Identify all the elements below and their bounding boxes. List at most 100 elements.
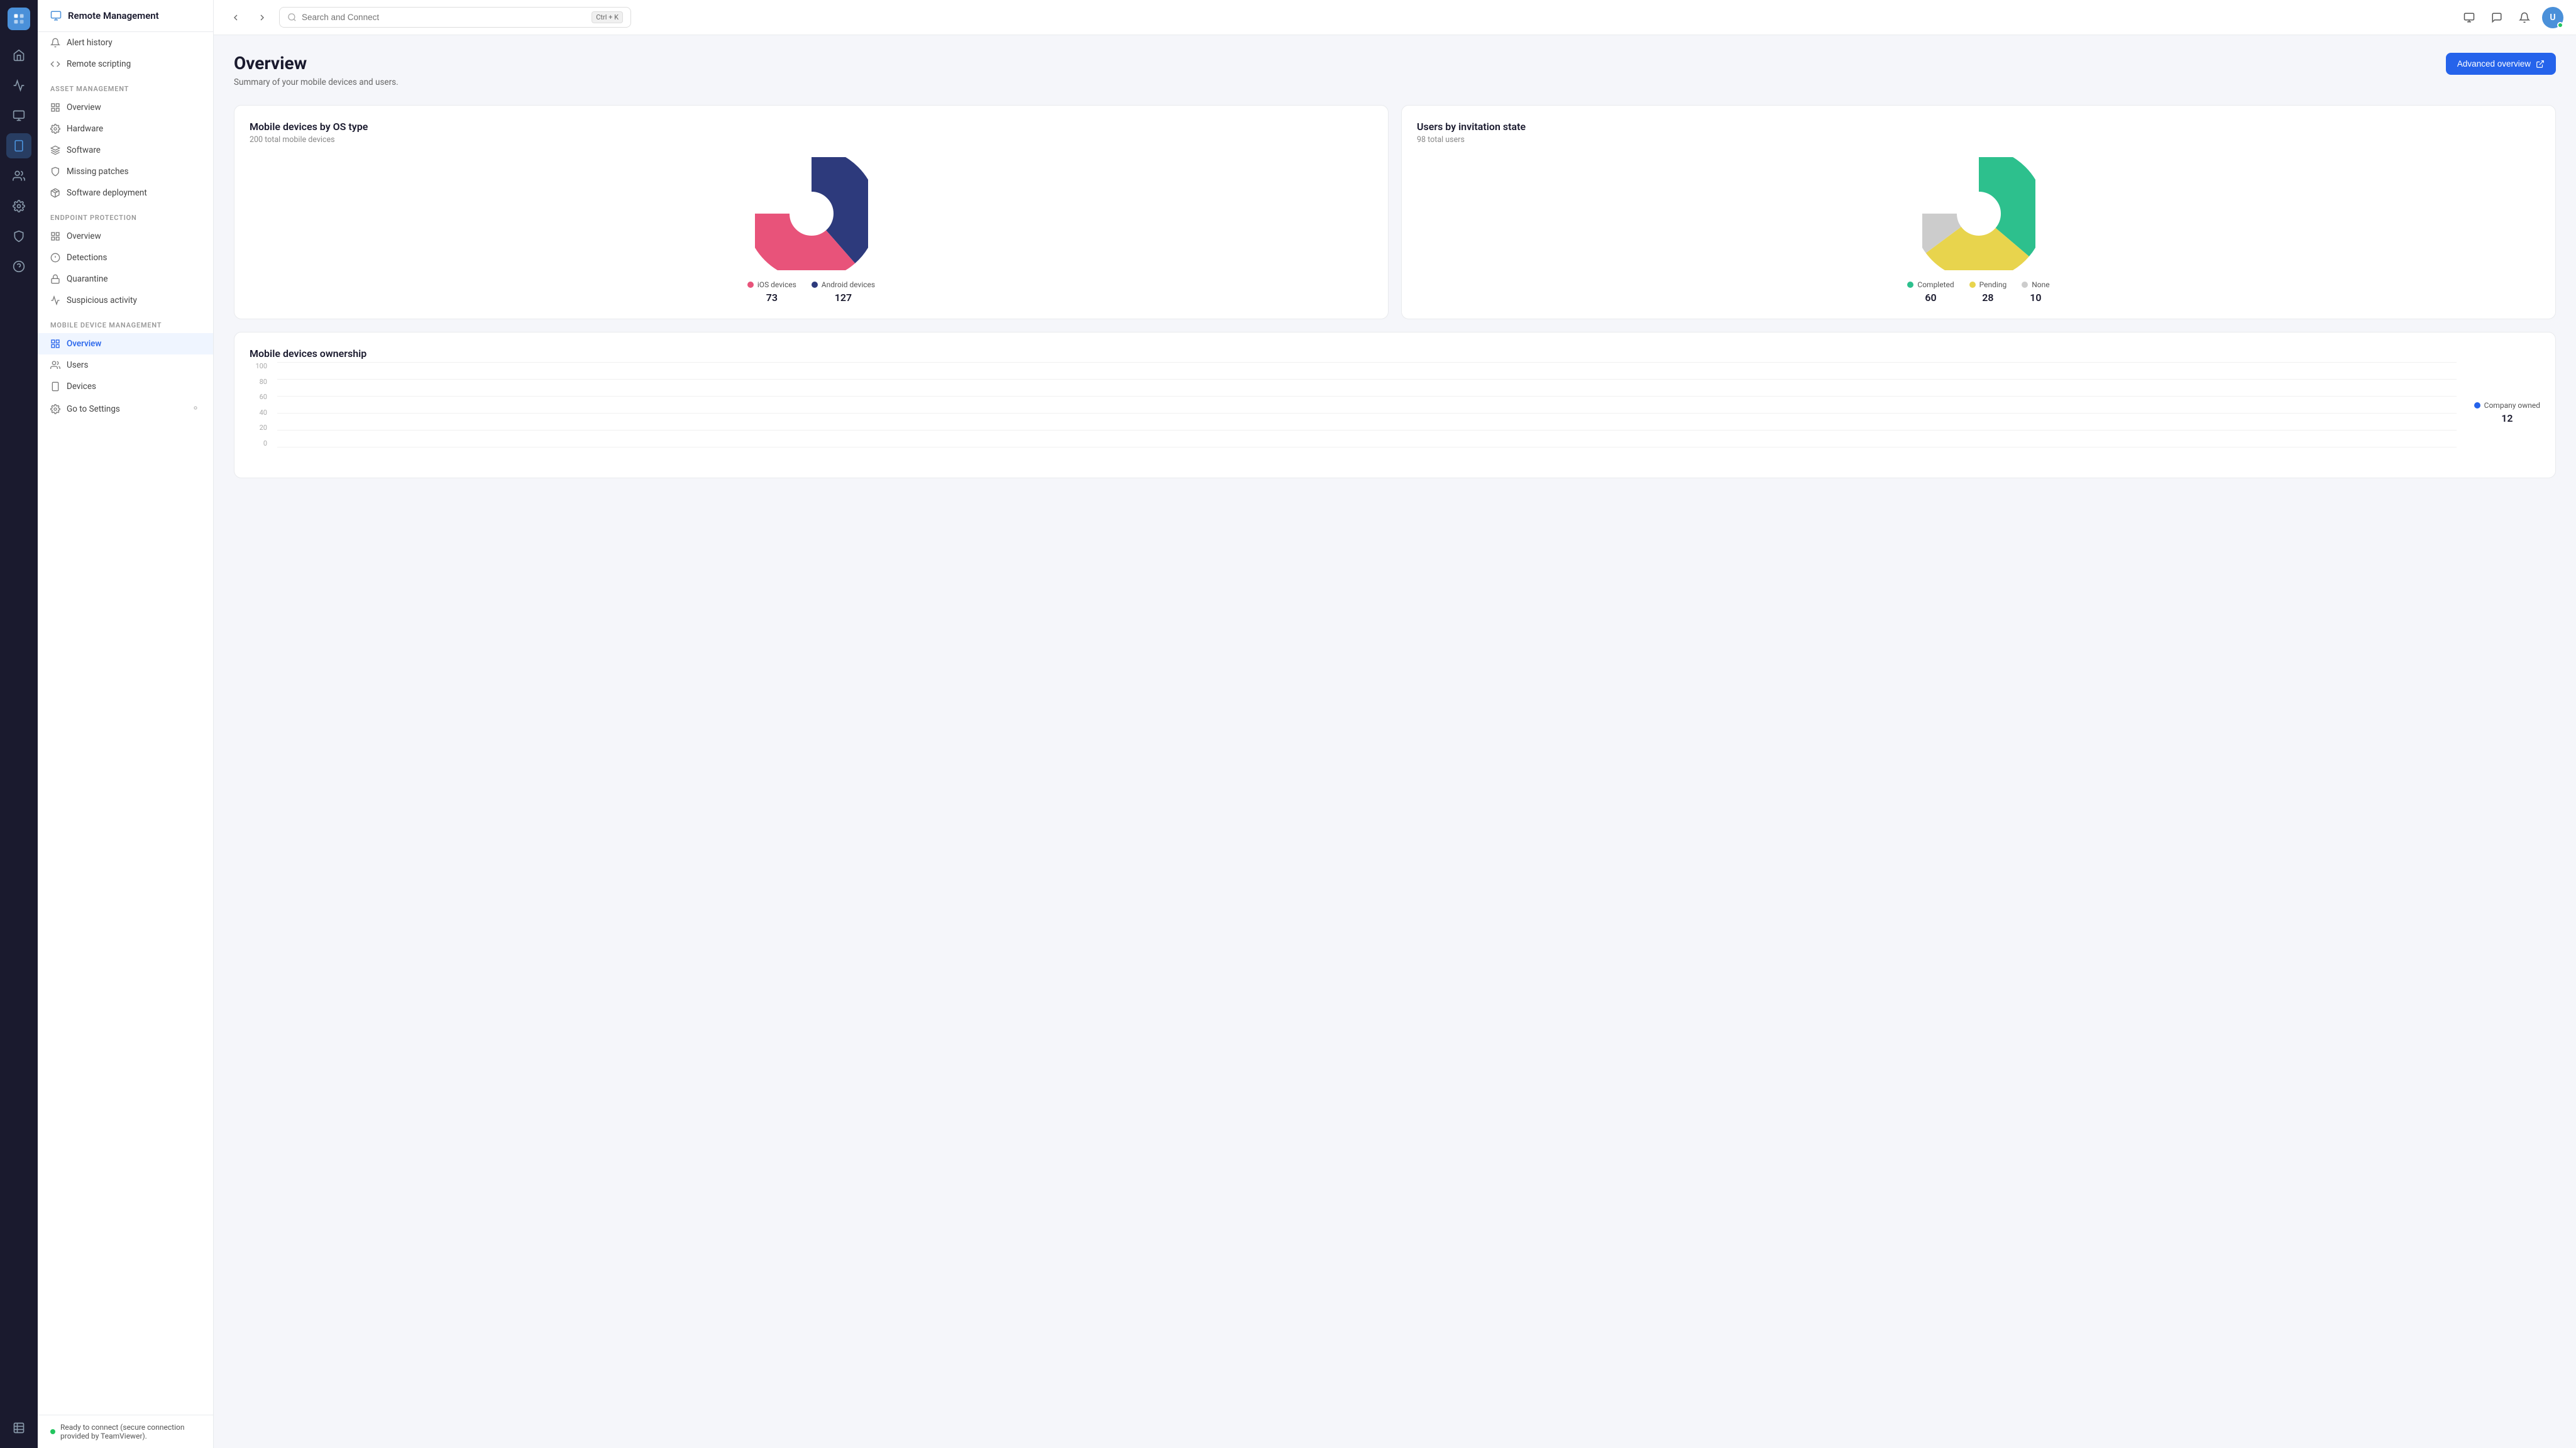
rail-mobile-icon[interactable] [6, 133, 31, 158]
rail-gear-icon[interactable] [6, 194, 31, 219]
legend-company-owned: Company owned 12 [2474, 401, 2540, 424]
ios-label: iOS devices [757, 280, 796, 289]
app-logo[interactable] [8, 8, 30, 30]
company-owned-count: 12 [2501, 412, 2513, 424]
content-area: Overview Summary of your mobile devices … [214, 35, 2576, 1448]
completed-label: Completed [1917, 280, 1954, 289]
rail-table-icon[interactable] [6, 1415, 31, 1440]
advanced-overview-button[interactable]: Advanced overview [2446, 53, 2556, 75]
main-wrap: Ctrl + K U Overview Summary of your mobi… [214, 0, 2576, 1448]
card-users: Users by invitation state 98 total users [1401, 105, 2556, 319]
missing-patches-label: Missing patches [67, 167, 201, 177]
sidebar-item-overview-asset[interactable]: Overview [38, 97, 213, 118]
sidebar-item-devices[interactable]: Devices [38, 376, 213, 397]
ios-dot [747, 282, 754, 288]
page-header: Overview Summary of your mobile devices … [234, 53, 2556, 87]
android-label: Android devices [822, 280, 875, 289]
sidebar-item-software[interactable]: Software [38, 140, 213, 161]
sidebar-item-detections[interactable]: Detections [38, 247, 213, 268]
bars-area [277, 362, 2457, 447]
sidebar-item-hardware[interactable]: Hardware [38, 118, 213, 140]
sidebar-item-missing-patches[interactable]: Missing patches [38, 161, 213, 182]
bar-chart-wrap: 100 80 60 40 20 0 [250, 362, 2540, 463]
sidebar-item-software-deployment[interactable]: Software deployment [38, 182, 213, 204]
pie-container-os: iOS devices 73 Android devices 127 [250, 157, 1373, 304]
pie-chart-users [1922, 157, 2035, 270]
rail-activity-icon[interactable] [6, 73, 31, 98]
advanced-overview-label: Advanced overview [2457, 59, 2531, 69]
legend-android: Android devices 127 [812, 280, 875, 304]
settings-icon-mdm [50, 404, 60, 414]
y-axis-labels: 100 80 60 40 20 0 [250, 362, 272, 447]
search-icon [287, 13, 297, 22]
sidebar-item-overview-endpoint[interactable]: Overview [38, 226, 213, 247]
legend-ios: iOS devices 73 [747, 280, 796, 304]
charts-top-row: Mobile devices by OS type 200 total mobi… [234, 105, 2556, 319]
mobile-os-title: Mobile devices by OS type [250, 121, 1373, 133]
pending-label: Pending [1979, 280, 2007, 289]
back-button[interactable] [226, 8, 245, 27]
sidebar: Remote Management Alert history Remote s… [38, 0, 214, 1448]
card-ownership: Mobile devices ownership 100 80 60 40 20… [234, 332, 2556, 478]
sidebar-header-icon [50, 10, 62, 21]
search-shortcut: Ctrl + K [592, 11, 623, 23]
avatar[interactable]: U [2542, 7, 2563, 28]
mdm-label: MOBILE DEVICE MANAGEMENT [38, 311, 213, 333]
sidebar-item-users[interactable]: Users [38, 354, 213, 376]
sidebar-item-suspicious-activity[interactable]: Suspicious activity [38, 290, 213, 311]
topbar-right: U [2459, 7, 2563, 28]
pie-legend-users: Completed 60 Pending 28 [1907, 280, 2049, 304]
sidebar-item-remote-scripting[interactable]: Remote scripting [38, 53, 213, 75]
y-label-20: 20 [260, 424, 267, 432]
y-label-40: 40 [260, 409, 267, 417]
external-link-icon-btn [2536, 60, 2545, 69]
page-title-wrap: Overview Summary of your mobile devices … [234, 53, 399, 87]
software-label: Software [67, 145, 201, 155]
bell-topbar-icon[interactable] [2514, 8, 2535, 28]
rail-monitor-icon[interactable] [6, 103, 31, 128]
pie-center-users [1960, 195, 1998, 233]
card-mobile-os: Mobile devices by OS type 200 total mobi… [234, 105, 1389, 319]
company-owned-dot [2474, 402, 2480, 409]
forward-button[interactable] [253, 8, 272, 27]
sidebar-item-overview-mdm[interactable]: Overview [38, 333, 213, 354]
status-text: Ready to connect (secure connection prov… [60, 1423, 201, 1440]
y-label-0: 0 [263, 439, 267, 447]
hardware-label: Hardware [67, 124, 201, 134]
pie-container-users: Completed 60 Pending 28 [1417, 157, 2540, 304]
chevron-left-icon [231, 13, 241, 23]
pie-legend-os: iOS devices 73 Android devices 127 [747, 280, 875, 304]
sidebar-item-go-to-settings[interactable]: Go to Settings [38, 397, 213, 421]
grid-icon-endpoint [50, 231, 60, 241]
completed-dot [1907, 282, 1913, 288]
smartphone-icon [50, 381, 60, 392]
search-bar[interactable]: Ctrl + K [279, 7, 631, 28]
company-owned-legend-label: Company owned [2484, 401, 2540, 410]
monitor-topbar-icon[interactable] [2459, 8, 2479, 28]
sidebar-item-alert-history[interactable]: Alert history [38, 32, 213, 53]
search-input[interactable] [302, 13, 586, 22]
completed-count: 60 [1925, 292, 1936, 304]
ios-count: 73 [766, 292, 778, 304]
rail-help-icon[interactable] [6, 254, 31, 279]
asset-management-label: ASSET MANAGEMENT [38, 75, 213, 97]
sidebar-item-quarantine[interactable]: Quarantine [38, 268, 213, 290]
rail-home-icon[interactable] [6, 43, 31, 68]
sidebar-header-label: Remote Management [68, 10, 159, 21]
legend-none: None 10 [2022, 280, 2049, 304]
remote-scripting-label: Remote scripting [67, 59, 201, 69]
chat-topbar-icon[interactable] [2487, 8, 2507, 28]
ownership-title: Mobile devices ownership [250, 348, 2540, 359]
none-count: 10 [2030, 292, 2041, 304]
pending-count: 28 [1982, 292, 1993, 304]
rail-shield-icon[interactable] [6, 224, 31, 249]
pie-chart-os [755, 157, 868, 270]
none-dot [2022, 282, 2028, 288]
status-footer: Ready to connect (secure connection prov… [38, 1415, 213, 1448]
android-count: 127 [835, 292, 852, 304]
rail-users-icon[interactable] [6, 163, 31, 189]
x-axis-labels [277, 447, 2457, 463]
devices-label: Devices [67, 381, 201, 392]
grid-icon-asset [50, 102, 60, 112]
code-icon [50, 59, 60, 69]
